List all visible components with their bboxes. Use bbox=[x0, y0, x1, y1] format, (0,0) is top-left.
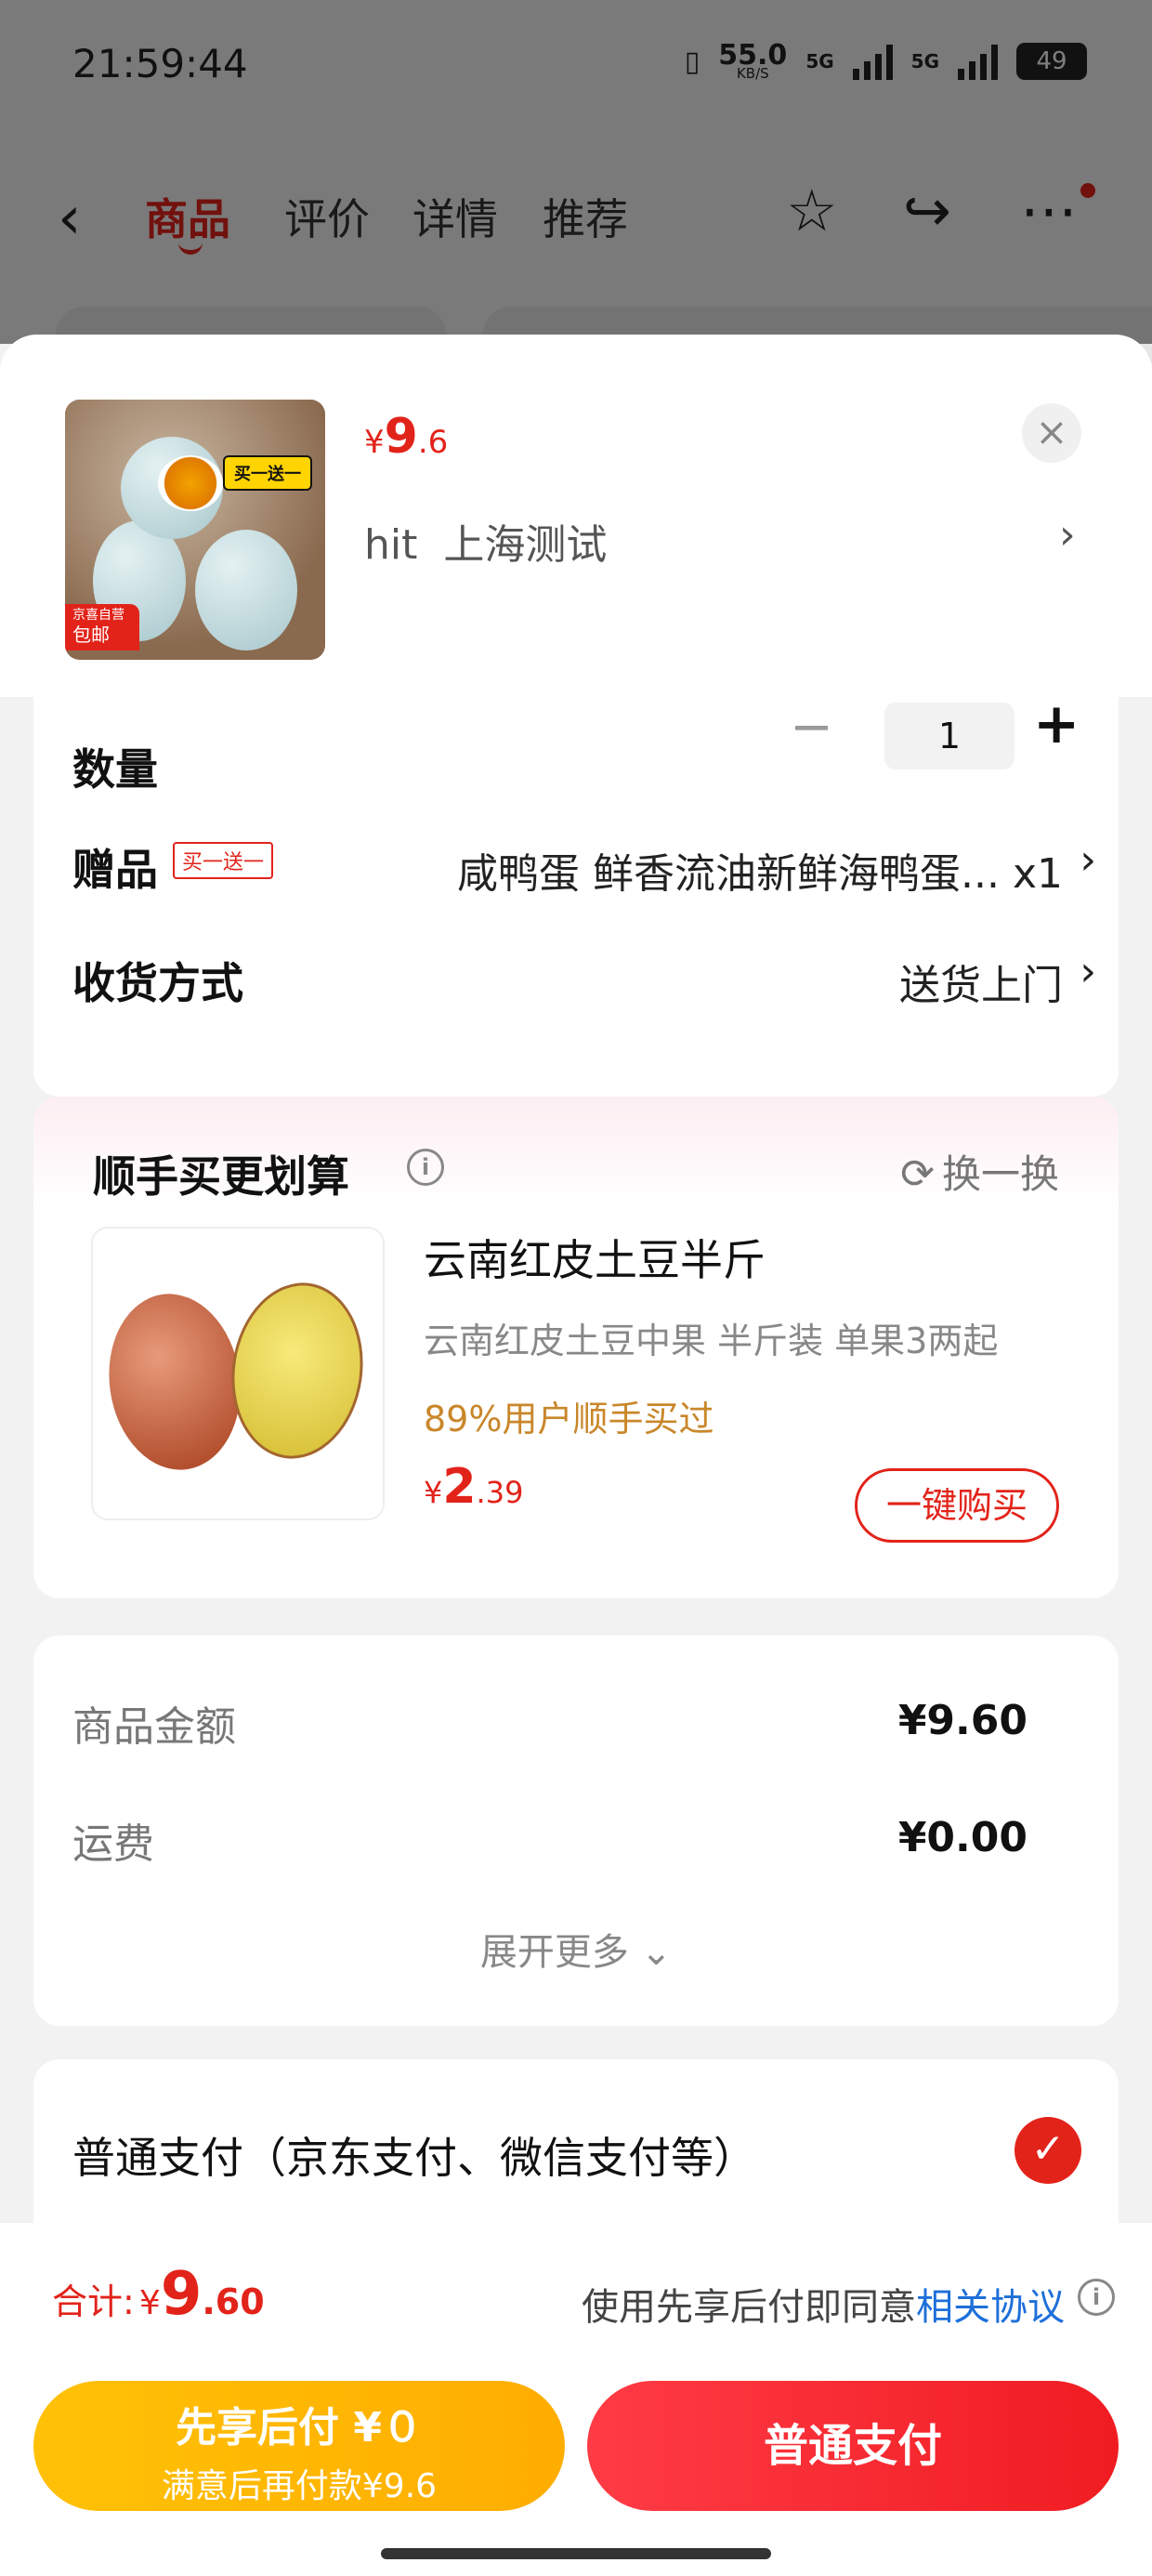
options-rows: 赠品 咸鸭蛋 鲜香流油新鲜海鸭蛋... x1 › 收货方式 送货上门 › bbox=[33, 790, 1119, 1097]
bundle-item-image[interactable] bbox=[91, 1227, 385, 1520]
shipping-label: 运费 bbox=[72, 1820, 154, 1868]
product-thumbnail: 买一送一 京喜自营 包邮 bbox=[65, 400, 325, 660]
bundle-item-subtitle: 云南红皮土豆中果 半斤装 单果3两起 bbox=[424, 1321, 999, 1361]
address-selector[interactable]: hit 上海测试 bbox=[364, 511, 607, 571]
product-price: ¥9.6 bbox=[364, 409, 449, 465]
bundle-item-title[interactable]: 云南红皮土豆半斤 bbox=[424, 1227, 766, 1288]
close-button[interactable]: × bbox=[1022, 403, 1081, 463]
info-icon[interactable]: i bbox=[407, 1149, 444, 1186]
quantity-decrease-button[interactable]: − bbox=[790, 697, 833, 757]
swap-button[interactable]: ⟳ 换一换 bbox=[900, 1143, 1059, 1200]
shipping-value: ¥0.00 bbox=[897, 1814, 1028, 1861]
total-price: 合计: ¥9.60 bbox=[52, 2260, 265, 2329]
home-indicator[interactable] bbox=[381, 2548, 771, 2559]
chevron-down-icon: ⌄ bbox=[640, 1931, 673, 1974]
payment-method-card[interactable]: 普通支付（京东支付、微信支付等） ✓ bbox=[33, 2059, 1119, 2245]
checkmark-icon[interactable]: ✓ bbox=[1015, 2117, 1081, 2184]
bundle-title: 顺手买更划算 bbox=[93, 1151, 349, 1202]
bundle-item-note: 89%用户顺手买过 bbox=[424, 1399, 714, 1439]
goods-amount-label: 商品金额 bbox=[72, 1703, 236, 1751]
dim-overlay[interactable] bbox=[0, 0, 1152, 344]
delivery-label: 收货方式 bbox=[72, 958, 243, 1008]
gift-promo-tag: 买一送一 bbox=[173, 842, 274, 879]
promo-badge: 买一送一 bbox=[223, 455, 312, 491]
agreement-text: 使用先享后付即同意相关协议 bbox=[582, 2286, 1065, 2329]
gift-label: 赠品 bbox=[72, 845, 158, 895]
info-icon[interactable]: i bbox=[1078, 2279, 1115, 2316]
bundle-card: 顺手买更划算 i ⟳ 换一换 云南红皮土豆半斤 云南红皮土豆中果 半斤装 单果3两… bbox=[33, 1097, 1119, 1598]
normal-payment-label: 普通支付（京东支付、微信支付等） bbox=[72, 2133, 756, 2183]
normal-pay-button[interactable]: 普通支付 bbox=[587, 2381, 1119, 2511]
quantity-increase-button[interactable]: + bbox=[1033, 691, 1080, 756]
chevron-right-icon[interactable]: › bbox=[1080, 948, 1096, 995]
expand-more-button[interactable]: 展开更多 ⌄ bbox=[33, 1922, 1119, 1976]
delivery-value[interactable]: 送货上门 bbox=[899, 952, 1063, 1011]
summary-card: 商品金额 ¥9.60 运费 ¥0.00 展开更多 ⌄ bbox=[33, 1636, 1119, 2026]
shipping-badge: 京喜自营 包邮 bbox=[65, 604, 139, 651]
bundle-item-price: ¥2.39 bbox=[424, 1459, 524, 1515]
goods-amount-value: ¥9.60 bbox=[897, 1697, 1028, 1744]
gift-value[interactable]: 咸鸭蛋 鲜香流油新鲜海鸭蛋... x1 bbox=[457, 840, 1063, 900]
sheet-header: 买一送一 京喜自营 包邮 ¥9.6 hit 上海测试 › × bbox=[0, 335, 1152, 697]
pay-later-button[interactable]: 先享后付 ¥０ 满意后再付款¥9.6 bbox=[33, 2381, 565, 2511]
chevron-right-icon[interactable]: › bbox=[1080, 836, 1096, 884]
one-click-buy-button[interactable]: 一键购买 bbox=[855, 1468, 1059, 1543]
quantity-input[interactable]: 1 bbox=[884, 703, 1015, 769]
quantity-label: 数量 bbox=[72, 744, 158, 795]
agreement-link[interactable]: 相关协议 bbox=[916, 2286, 1065, 2329]
checkout-footer: 合计: ¥9.60 使用先享后付即同意相关协议 i 先享后付 ¥０ 满意后再付款… bbox=[0, 2223, 1152, 2576]
chevron-right-icon[interactable]: › bbox=[1059, 511, 1076, 559]
refresh-icon: ⟳ bbox=[900, 1150, 935, 1198]
